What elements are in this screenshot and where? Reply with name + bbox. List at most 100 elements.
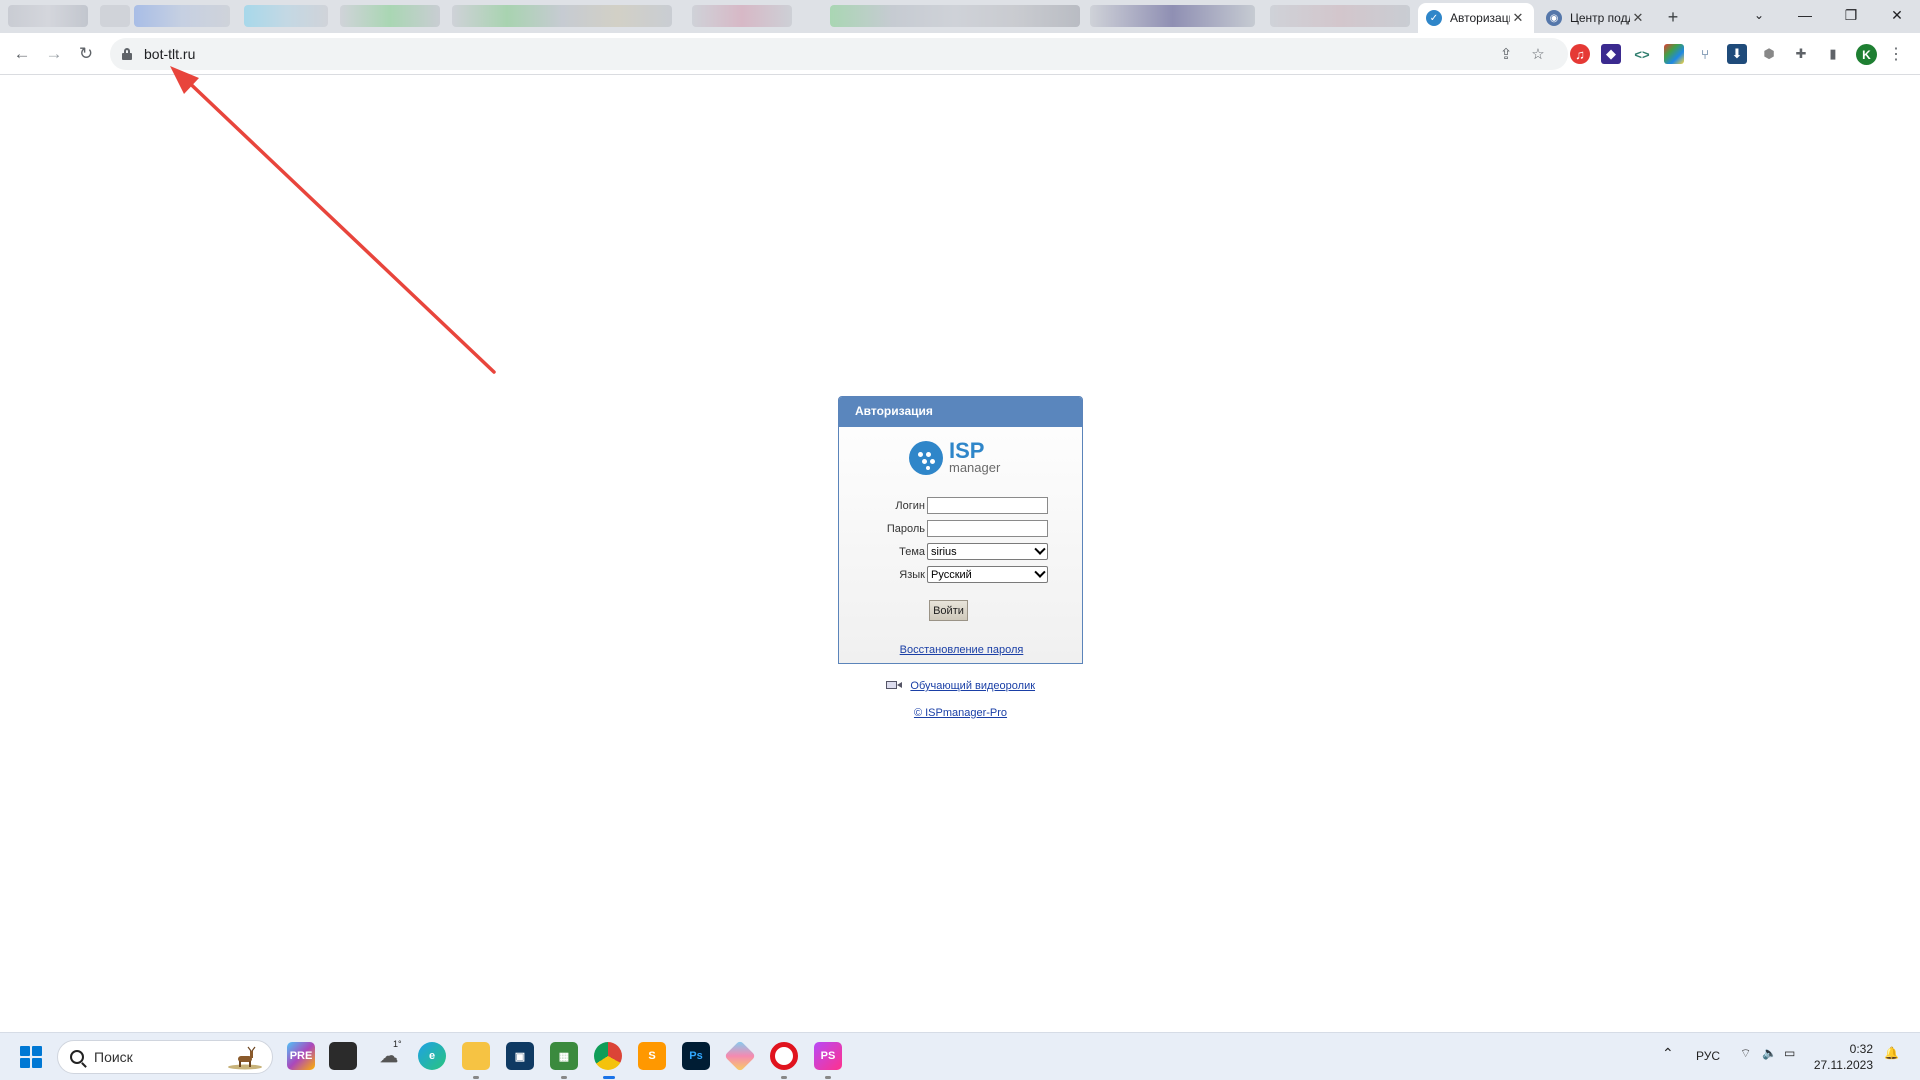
- file-explorer-icon[interactable]: [462, 1042, 490, 1070]
- tab-authorization[interactable]: ✓ Авторизация ✕: [1418, 3, 1534, 33]
- app-running-indicator: [781, 1076, 787, 1079]
- blurred-tab[interactable]: [1270, 5, 1410, 27]
- footer-links: Обучающий видеоролик © ISPmanager-Pro: [838, 676, 1083, 721]
- password-label: Пароль: [886, 523, 925, 535]
- password-input[interactable]: [927, 520, 1048, 537]
- download-extension-icon[interactable]: ⬇: [1727, 44, 1747, 64]
- blurred-tab[interactable]: [244, 5, 328, 27]
- wifi-icon[interactable]: ⌔: [1740, 1046, 1751, 1061]
- menu-kebab-icon[interactable]: ⋮: [1886, 44, 1906, 64]
- blurred-tab[interactable]: [1090, 5, 1255, 27]
- language-select[interactable]: Русский: [927, 566, 1048, 583]
- theme-row: Тема sirius: [839, 543, 1084, 561]
- browser-tab-strip: ✓ Авторизация ✕ ◉ Центр поддержки ✕ + ⌄ …: [0, 0, 1920, 33]
- tab-support-center[interactable]: ◉ Центр поддержки ✕: [1538, 3, 1654, 33]
- video-link-row: Обучающий видеоролик: [838, 676, 1083, 694]
- battery-icon[interactable]: ▭: [1784, 1046, 1795, 1060]
- windows-start-icon[interactable]: [20, 1046, 42, 1068]
- search-icon: [70, 1050, 84, 1064]
- tutorial-video-link[interactable]: Обучающий видеоролик: [910, 680, 1035, 692]
- color-extension-icon[interactable]: [1664, 44, 1684, 64]
- language-label: Язык: [899, 569, 925, 581]
- recover-password-link[interactable]: Восстановление пароля: [900, 644, 1024, 656]
- theme-label: Тема: [899, 546, 925, 558]
- login-row: Логин: [839, 497, 1084, 515]
- git-client-icon[interactable]: [724, 1040, 756, 1072]
- code-extension-icon[interactable]: <>: [1632, 44, 1652, 64]
- video-camera-icon: [885, 680, 902, 690]
- app-running-indicator: [473, 1076, 479, 1079]
- photoshop-icon[interactable]: Ps: [682, 1042, 710, 1070]
- url-text[interactable]: bot-tlt.ru: [144, 46, 195, 62]
- chrome-icon[interactable]: [594, 1042, 622, 1070]
- tray-overflow-chevron-icon[interactable]: ⌃: [1662, 1045, 1674, 1062]
- blurred-tab[interactable]: [8, 5, 88, 27]
- deer-illustration-icon: [228, 1046, 262, 1070]
- chevron-down-icon: [1034, 543, 1046, 555]
- close-window-button[interactable]: ✕: [1874, 0, 1920, 30]
- login-panel: Авторизация ISP manager Логин Пароль Тем…: [838, 396, 1083, 664]
- sublime-text-icon[interactable]: S: [638, 1042, 666, 1070]
- opera-icon[interactable]: [770, 1042, 798, 1070]
- restore-button[interactable]: ❐: [1828, 0, 1874, 30]
- input-language[interactable]: РУС: [1696, 1049, 1720, 1063]
- copyright-link[interactable]: © ISPmanager-Pro: [914, 707, 1007, 719]
- spreadsheet-app-icon[interactable]: ▦: [550, 1042, 578, 1070]
- shield-extension-icon[interactable]: ◆: [1601, 44, 1621, 64]
- windows-taskbar: Поиск PRE ☁ 1° e ▣ ▦ S Ps PS ⌃ РУС ⌔ 🔈 ▭…: [0, 1032, 1920, 1080]
- edge-icon[interactable]: e: [418, 1042, 446, 1070]
- bookmark-star-icon[interactable]: ☆: [1528, 44, 1548, 64]
- tab-title: Центр поддержки: [1570, 11, 1630, 25]
- notification-bell-icon[interactable]: 🔔: [1884, 1046, 1899, 1060]
- profile-avatar[interactable]: K: [1856, 44, 1877, 65]
- reload-button[interactable]: ↻: [73, 41, 99, 67]
- copilot-icon[interactable]: PRE: [287, 1042, 315, 1070]
- globe-icon: ◉: [1546, 10, 1562, 26]
- weather-temp: 1°: [393, 1039, 402, 1049]
- login-submit-button[interactable]: Войти: [929, 600, 968, 621]
- address-bar[interactable]: bot-tlt.ru: [110, 38, 1568, 70]
- recover-password-link-wrap: Восстановление пароля: [839, 640, 1084, 658]
- search-placeholder: Поиск: [94, 1049, 133, 1065]
- lock-icon[interactable]: [122, 48, 132, 60]
- theme-value: sirius: [931, 545, 957, 558]
- shield-grey-icon[interactable]: ⬢: [1759, 44, 1779, 64]
- blurred-tab[interactable]: [340, 5, 440, 27]
- browser-toolbar: ← → ↻ bot-tlt.ru ⇪ ☆ ♫ ◆ <> ⑂ ⬇ ⬢ ✚ ▮ K …: [0, 33, 1920, 75]
- new-tab-button[interactable]: +: [1660, 4, 1686, 30]
- blurred-tab[interactable]: [134, 5, 230, 27]
- panel-header: Авторизация: [839, 397, 1082, 427]
- app-running-indicator: [561, 1076, 567, 1079]
- task-view-icon[interactable]: [329, 1042, 357, 1070]
- notes-app-icon[interactable]: ▣: [506, 1042, 534, 1070]
- clock-time: 0:32: [1849, 1042, 1873, 1056]
- back-button[interactable]: ←: [9, 41, 35, 67]
- blurred-tab[interactable]: [830, 5, 1080, 27]
- app-running-indicator: [825, 1076, 831, 1079]
- volume-icon[interactable]: 🔈: [1762, 1046, 1777, 1060]
- login-input[interactable]: [927, 497, 1048, 514]
- close-icon[interactable]: ✕: [1510, 10, 1526, 26]
- side-panel-icon[interactable]: ▮: [1823, 44, 1843, 64]
- minimize-button[interactable]: —: [1782, 0, 1828, 30]
- forward-button[interactable]: →: [41, 41, 67, 67]
- theme-select[interactable]: sirius: [927, 543, 1048, 560]
- tab-search-icon[interactable]: ⌄: [1736, 0, 1782, 30]
- taskbar-search[interactable]: Поиск: [57, 1040, 273, 1074]
- share-icon[interactable]: ⇪: [1496, 44, 1516, 64]
- fork-extension-icon[interactable]: ⑂: [1695, 44, 1715, 64]
- music-extension-icon[interactable]: ♫: [1570, 44, 1590, 64]
- blurred-tab[interactable]: [692, 5, 792, 27]
- clock-date: 27.11.2023: [1813, 1058, 1873, 1072]
- password-row: Пароль: [839, 520, 1084, 538]
- chevron-down-icon: [1034, 566, 1046, 578]
- tab-title: Авторизация: [1450, 11, 1510, 25]
- system-clock[interactable]: 0:32 27.11.2023: [1803, 1041, 1873, 1073]
- blurred-tab[interactable]: [100, 5, 130, 27]
- app-running-indicator: [603, 1076, 615, 1079]
- phpstorm-icon[interactable]: PS: [814, 1042, 842, 1070]
- extensions-puzzle-icon[interactable]: ✚: [1791, 44, 1811, 64]
- blurred-tab[interactable]: [452, 5, 672, 27]
- close-icon[interactable]: ✕: [1630, 10, 1646, 26]
- isp-manager-logo: ISP manager: [909, 438, 1019, 481]
